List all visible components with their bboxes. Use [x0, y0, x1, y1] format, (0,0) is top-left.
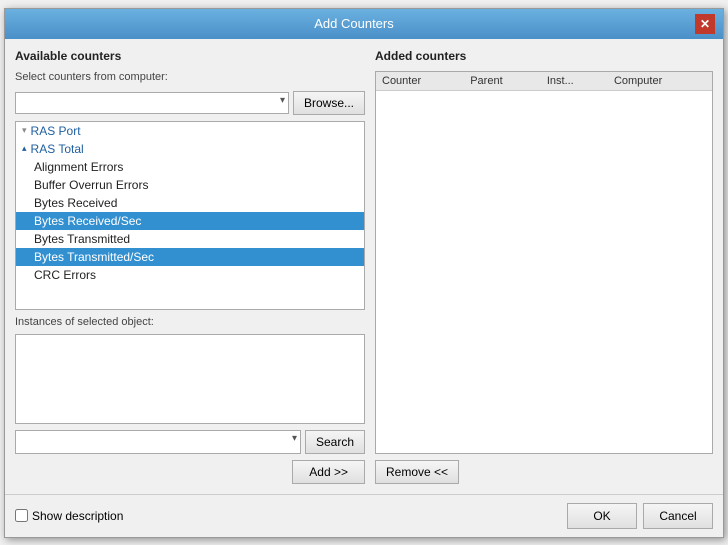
list-item-ras-total[interactable]: ▴ RAS Total: [16, 140, 364, 158]
computer-select[interactable]: [15, 92, 289, 114]
show-description-row: Show description: [15, 509, 123, 523]
list-item-ras-port[interactable]: ▾ RAS Port: [16, 122, 364, 140]
ok-cancel-buttons: OK Cancel: [567, 503, 713, 529]
computer-row: Browse...: [15, 91, 365, 115]
added-counters-box[interactable]: Counter Parent Inst... Computer: [375, 71, 713, 454]
show-description-label: Show description: [32, 509, 123, 523]
search-row: Search: [15, 430, 365, 454]
ok-button[interactable]: OK: [567, 503, 637, 529]
list-item-bytes-transmitted[interactable]: Bytes Transmitted: [16, 230, 364, 248]
search-select[interactable]: [15, 430, 301, 454]
title-bar: Add Counters ✕: [5, 9, 723, 39]
instances-label: Instances of selected object:: [15, 316, 365, 328]
col-counter: Counter: [376, 72, 464, 91]
computer-select-label: Select counters from computer:: [15, 71, 365, 83]
available-counters-label: Available counters: [15, 49, 365, 63]
list-item-crc-errors[interactable]: CRC Errors: [16, 266, 364, 284]
search-select-wrapper[interactable]: [15, 430, 301, 454]
cancel-button[interactable]: Cancel: [643, 503, 713, 529]
add-counters-dialog: Add Counters ✕ Available counters Select…: [4, 8, 724, 538]
computer-select-wrapper[interactable]: [15, 92, 289, 114]
search-button[interactable]: Search: [305, 430, 365, 454]
instances-box[interactable]: [15, 334, 365, 424]
dialog-body: Available counters Select counters from …: [5, 39, 723, 494]
list-item-alignment-errors[interactable]: Alignment Errors: [16, 158, 364, 176]
show-description-checkbox[interactable]: [15, 509, 28, 522]
add-row: Add >>: [15, 460, 365, 484]
col-parent: Parent: [464, 72, 541, 91]
bottom-row: Show description OK Cancel: [5, 494, 723, 537]
ras-port-label: RAS Port: [31, 124, 81, 138]
list-item-bytes-received-sec[interactable]: Bytes Received/Sec: [16, 212, 364, 230]
counters-list[interactable]: ▾ RAS Port ▴ RAS Total Alignment Errors …: [15, 121, 365, 310]
col-inst: Inst...: [541, 72, 608, 91]
list-item-buffer-overrun-errors[interactable]: Buffer Overrun Errors: [16, 176, 364, 194]
right-panel: Added counters Counter Parent Inst... Co…: [375, 49, 713, 484]
dialog-title: Add Counters: [33, 16, 675, 31]
remove-row: Remove <<: [375, 460, 713, 484]
col-computer: Computer: [608, 72, 712, 91]
remove-button[interactable]: Remove <<: [375, 460, 459, 484]
list-item-bytes-transmitted-sec[interactable]: Bytes Transmitted/Sec: [16, 248, 364, 266]
expand-icon: ▴: [22, 143, 27, 154]
close-button[interactable]: ✕: [695, 14, 715, 34]
collapse-icon: ▾: [22, 125, 27, 136]
added-counters-label: Added counters: [375, 49, 713, 63]
add-button[interactable]: Add >>: [292, 460, 365, 484]
list-item-bytes-received[interactable]: Bytes Received: [16, 194, 364, 212]
browse-button[interactable]: Browse...: [293, 91, 365, 115]
ras-total-label: RAS Total: [31, 142, 84, 156]
added-counters-table: Counter Parent Inst... Computer: [376, 72, 712, 91]
left-panel: Available counters Select counters from …: [15, 49, 365, 484]
